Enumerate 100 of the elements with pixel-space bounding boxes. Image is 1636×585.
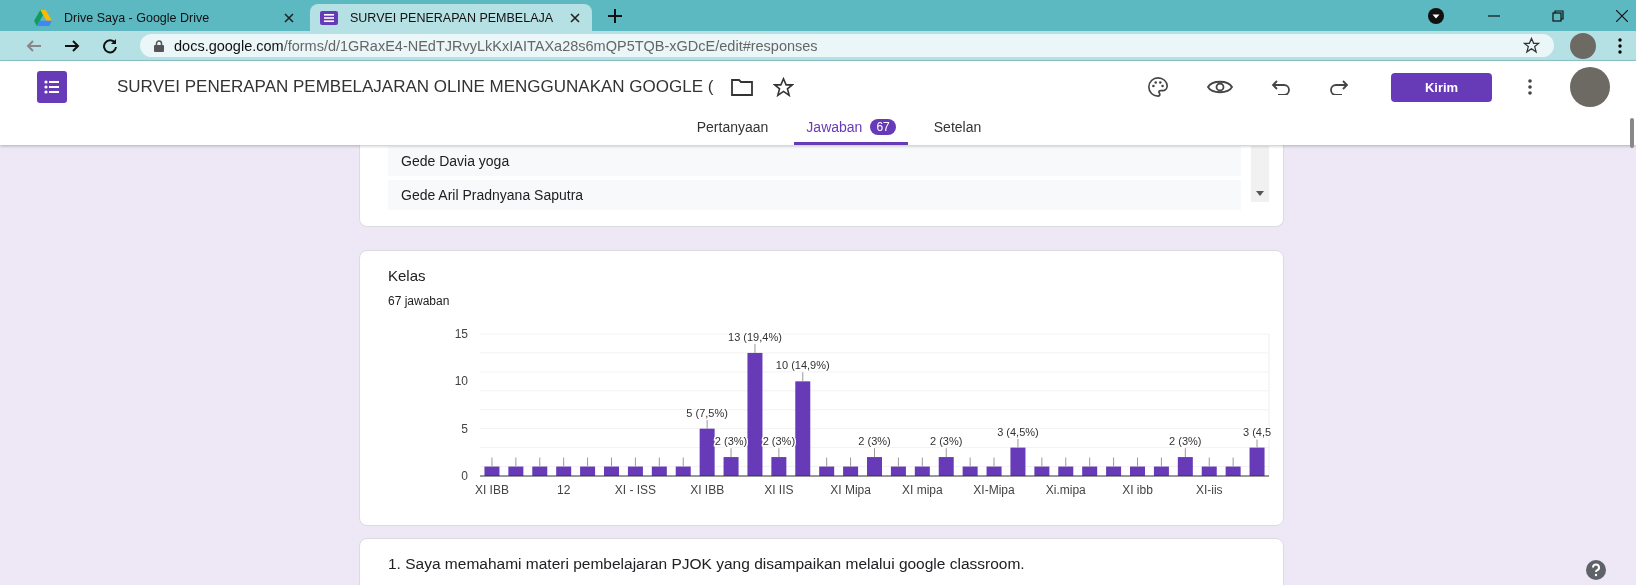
leader-line bbox=[921, 457, 923, 468]
bar bbox=[580, 466, 596, 476]
response-item: Gede Aril Pradnyana Saputra bbox=[388, 180, 1241, 210]
bar bbox=[819, 466, 835, 476]
x-axis-label: XI IBB bbox=[690, 483, 725, 497]
data-label: 13 (19,4%) bbox=[728, 330, 782, 343]
bar bbox=[484, 466, 500, 476]
url-path: /forms/d/1GRaxE4-NEdTJRvyLkKxIAITAXa28s6mQP5TQB-xGDcE/edit#responses bbox=[283, 37, 818, 54]
leader-line bbox=[993, 457, 995, 468]
profile-dropdown-icon[interactable] bbox=[1428, 7, 1444, 24]
bar bbox=[627, 466, 643, 476]
y-axis-label: 0 bbox=[461, 469, 468, 483]
bar bbox=[890, 466, 906, 476]
browser-tab[interactable]: Drive Saya - Google Drive bbox=[24, 4, 306, 31]
data-label: 5 (7,5%) bbox=[686, 406, 728, 419]
leader-line bbox=[1017, 438, 1019, 449]
scrollbar[interactable] bbox=[1251, 146, 1269, 202]
close-icon[interactable] bbox=[284, 12, 294, 23]
bar bbox=[508, 466, 524, 476]
bar bbox=[1106, 466, 1122, 476]
folder-icon[interactable] bbox=[731, 78, 754, 96]
leader-line bbox=[706, 419, 708, 430]
bar bbox=[556, 466, 572, 476]
data-label: 2 (3%) bbox=[1169, 435, 1202, 448]
question-title: 1. Saya memahami materi pembelajaran PJOK yang disampaikan melalui google classroom. bbox=[388, 555, 1026, 573]
leader-line bbox=[634, 457, 636, 468]
form-tab[interactable]: Setelan bbox=[921, 113, 994, 145]
bar bbox=[604, 466, 619, 476]
x-axis-label: 12 bbox=[557, 483, 571, 497]
reload-icon[interactable] bbox=[102, 37, 118, 54]
leader-line bbox=[754, 343, 756, 354]
menu-dots-icon[interactable] bbox=[1618, 37, 1622, 54]
url-host: docs.google.com bbox=[174, 37, 284, 54]
bar bbox=[843, 466, 859, 476]
bar bbox=[1153, 466, 1169, 476]
response-count: 67 jawaban bbox=[388, 294, 451, 308]
forms-logo-icon[interactable] bbox=[37, 71, 67, 103]
redo-icon[interactable] bbox=[1329, 79, 1349, 95]
bar bbox=[1201, 466, 1217, 476]
leader-line bbox=[1256, 438, 1258, 449]
help-icon[interactable] bbox=[1586, 560, 1606, 580]
lock-icon bbox=[154, 39, 164, 52]
close-icon[interactable] bbox=[570, 12, 580, 23]
leader-line bbox=[587, 457, 589, 468]
leader-line bbox=[491, 457, 493, 468]
data-label: 10 (14,9%) bbox=[775, 359, 830, 372]
bar bbox=[1034, 466, 1050, 476]
bar bbox=[699, 428, 715, 476]
leader-line bbox=[1232, 457, 1234, 468]
leader-line bbox=[1113, 457, 1115, 468]
y-axis-label: 15 bbox=[454, 327, 468, 341]
leader-line bbox=[1208, 457, 1210, 468]
undo-icon[interactable] bbox=[1271, 79, 1291, 95]
form-tab[interactable]: Pertanyaan bbox=[684, 113, 781, 145]
browser-tab[interactable]: SURVEI PENERAPAN PEMBELAJA bbox=[310, 4, 592, 31]
y-axis-label: 5 bbox=[461, 421, 468, 436]
forward-arrow-icon[interactable] bbox=[64, 37, 80, 54]
y-axis-label: 10 bbox=[454, 374, 468, 389]
leader-line bbox=[778, 447, 780, 458]
eye-icon[interactable] bbox=[1207, 79, 1233, 95]
leader-line bbox=[611, 457, 612, 468]
x-axis-label: XI ibb bbox=[1122, 483, 1153, 497]
leader-line bbox=[1041, 457, 1043, 468]
bar bbox=[986, 466, 1002, 476]
palette-icon[interactable] bbox=[1147, 76, 1169, 98]
form-title: SURVEI PENERAPAN PEMBELAJARAN OLINE MENGGUNAKAN GOOGLE ( bbox=[117, 77, 714, 97]
close-icon[interactable] bbox=[1616, 9, 1628, 22]
leader-line bbox=[1137, 457, 1138, 468]
question-title: Kelas bbox=[388, 267, 427, 284]
x-axis-label: XI mipa bbox=[901, 483, 943, 497]
bar bbox=[675, 466, 691, 476]
page-scrollbar[interactable] bbox=[1630, 118, 1634, 148]
bar bbox=[1082, 466, 1098, 476]
leader-line bbox=[874, 447, 875, 458]
leader-line bbox=[1184, 447, 1186, 458]
leader-line bbox=[969, 457, 971, 468]
send-button[interactable]: Kirim bbox=[1391, 72, 1492, 102]
avatar[interactable] bbox=[1570, 32, 1596, 59]
bookmark-star-icon[interactable] bbox=[1523, 37, 1540, 54]
leader-line bbox=[539, 457, 541, 468]
leader-line bbox=[1065, 457, 1067, 468]
data-label: 2 (3%) bbox=[762, 435, 796, 448]
leader-line bbox=[1089, 457, 1091, 468]
leader-line bbox=[802, 371, 804, 382]
star-icon[interactable] bbox=[773, 76, 795, 98]
avatar[interactable] bbox=[1570, 67, 1610, 107]
leader-line bbox=[563, 457, 565, 468]
bar bbox=[914, 466, 930, 476]
new-tab-icon[interactable] bbox=[608, 8, 622, 23]
x-axis-label: XI-iis bbox=[1195, 483, 1223, 497]
bar bbox=[651, 466, 667, 476]
restore-icon[interactable] bbox=[1552, 9, 1564, 22]
x-axis-label: XI-Mipa bbox=[973, 483, 1015, 497]
x-axis-label: XI - ISS bbox=[614, 483, 657, 497]
leader-line bbox=[897, 457, 899, 468]
more-options-icon[interactable] bbox=[1528, 79, 1532, 95]
bar bbox=[532, 466, 548, 476]
address-field[interactable]: docs.google.com/forms/d/1GRaxE4-NEdTJRvyLkKxIAITAXa28s6mQP5TQB-xGDcE/edit#responses bbox=[140, 34, 1554, 57]
scroll-down-icon[interactable] bbox=[1256, 191, 1264, 196]
leader-line bbox=[826, 457, 828, 468]
